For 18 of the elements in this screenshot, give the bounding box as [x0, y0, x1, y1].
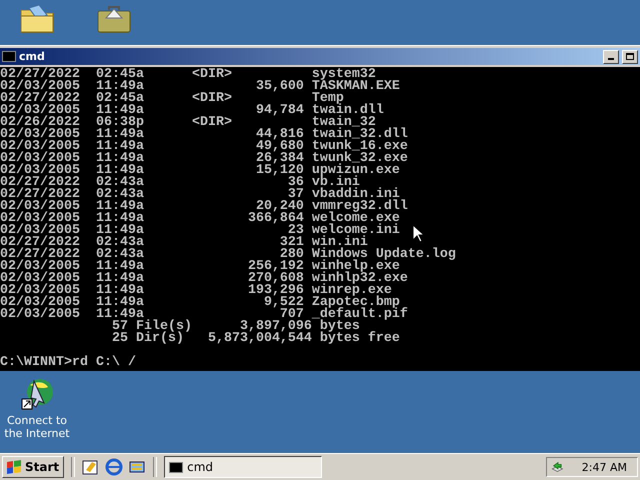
command-prompt[interactable]: C:\WINNT>rd C:\ / — [0, 357, 136, 369]
taskbar-button[interactable]: cmd — [164, 456, 322, 478]
briefcase-icon[interactable] — [96, 4, 132, 34]
clock[interactable]: 2:47 AM — [582, 460, 627, 474]
folder-icon[interactable] — [19, 4, 55, 34]
globe-icon[interactable] — [20, 377, 54, 411]
mouse-pointer-icon — [412, 224, 424, 243]
console-line: 57 File(s) 3,897,096 bytes — [110, 321, 360, 333]
console-icon — [2, 51, 16, 62]
console-line: 25 Dir(s) 5,873,004,544 bytes free — [110, 333, 400, 345]
minimize-button[interactable] — [603, 50, 619, 64]
icon-label[interactable]: Connect to the Internet — [4, 414, 70, 440]
maximize-button[interactable] — [622, 50, 638, 64]
window-title: cmd — [19, 50, 45, 63]
browser-icon[interactable] — [105, 458, 124, 476]
start-button[interactable]: Start — [2, 456, 64, 478]
windows-logo-icon — [6, 460, 22, 474]
console-icon — [169, 462, 184, 472]
